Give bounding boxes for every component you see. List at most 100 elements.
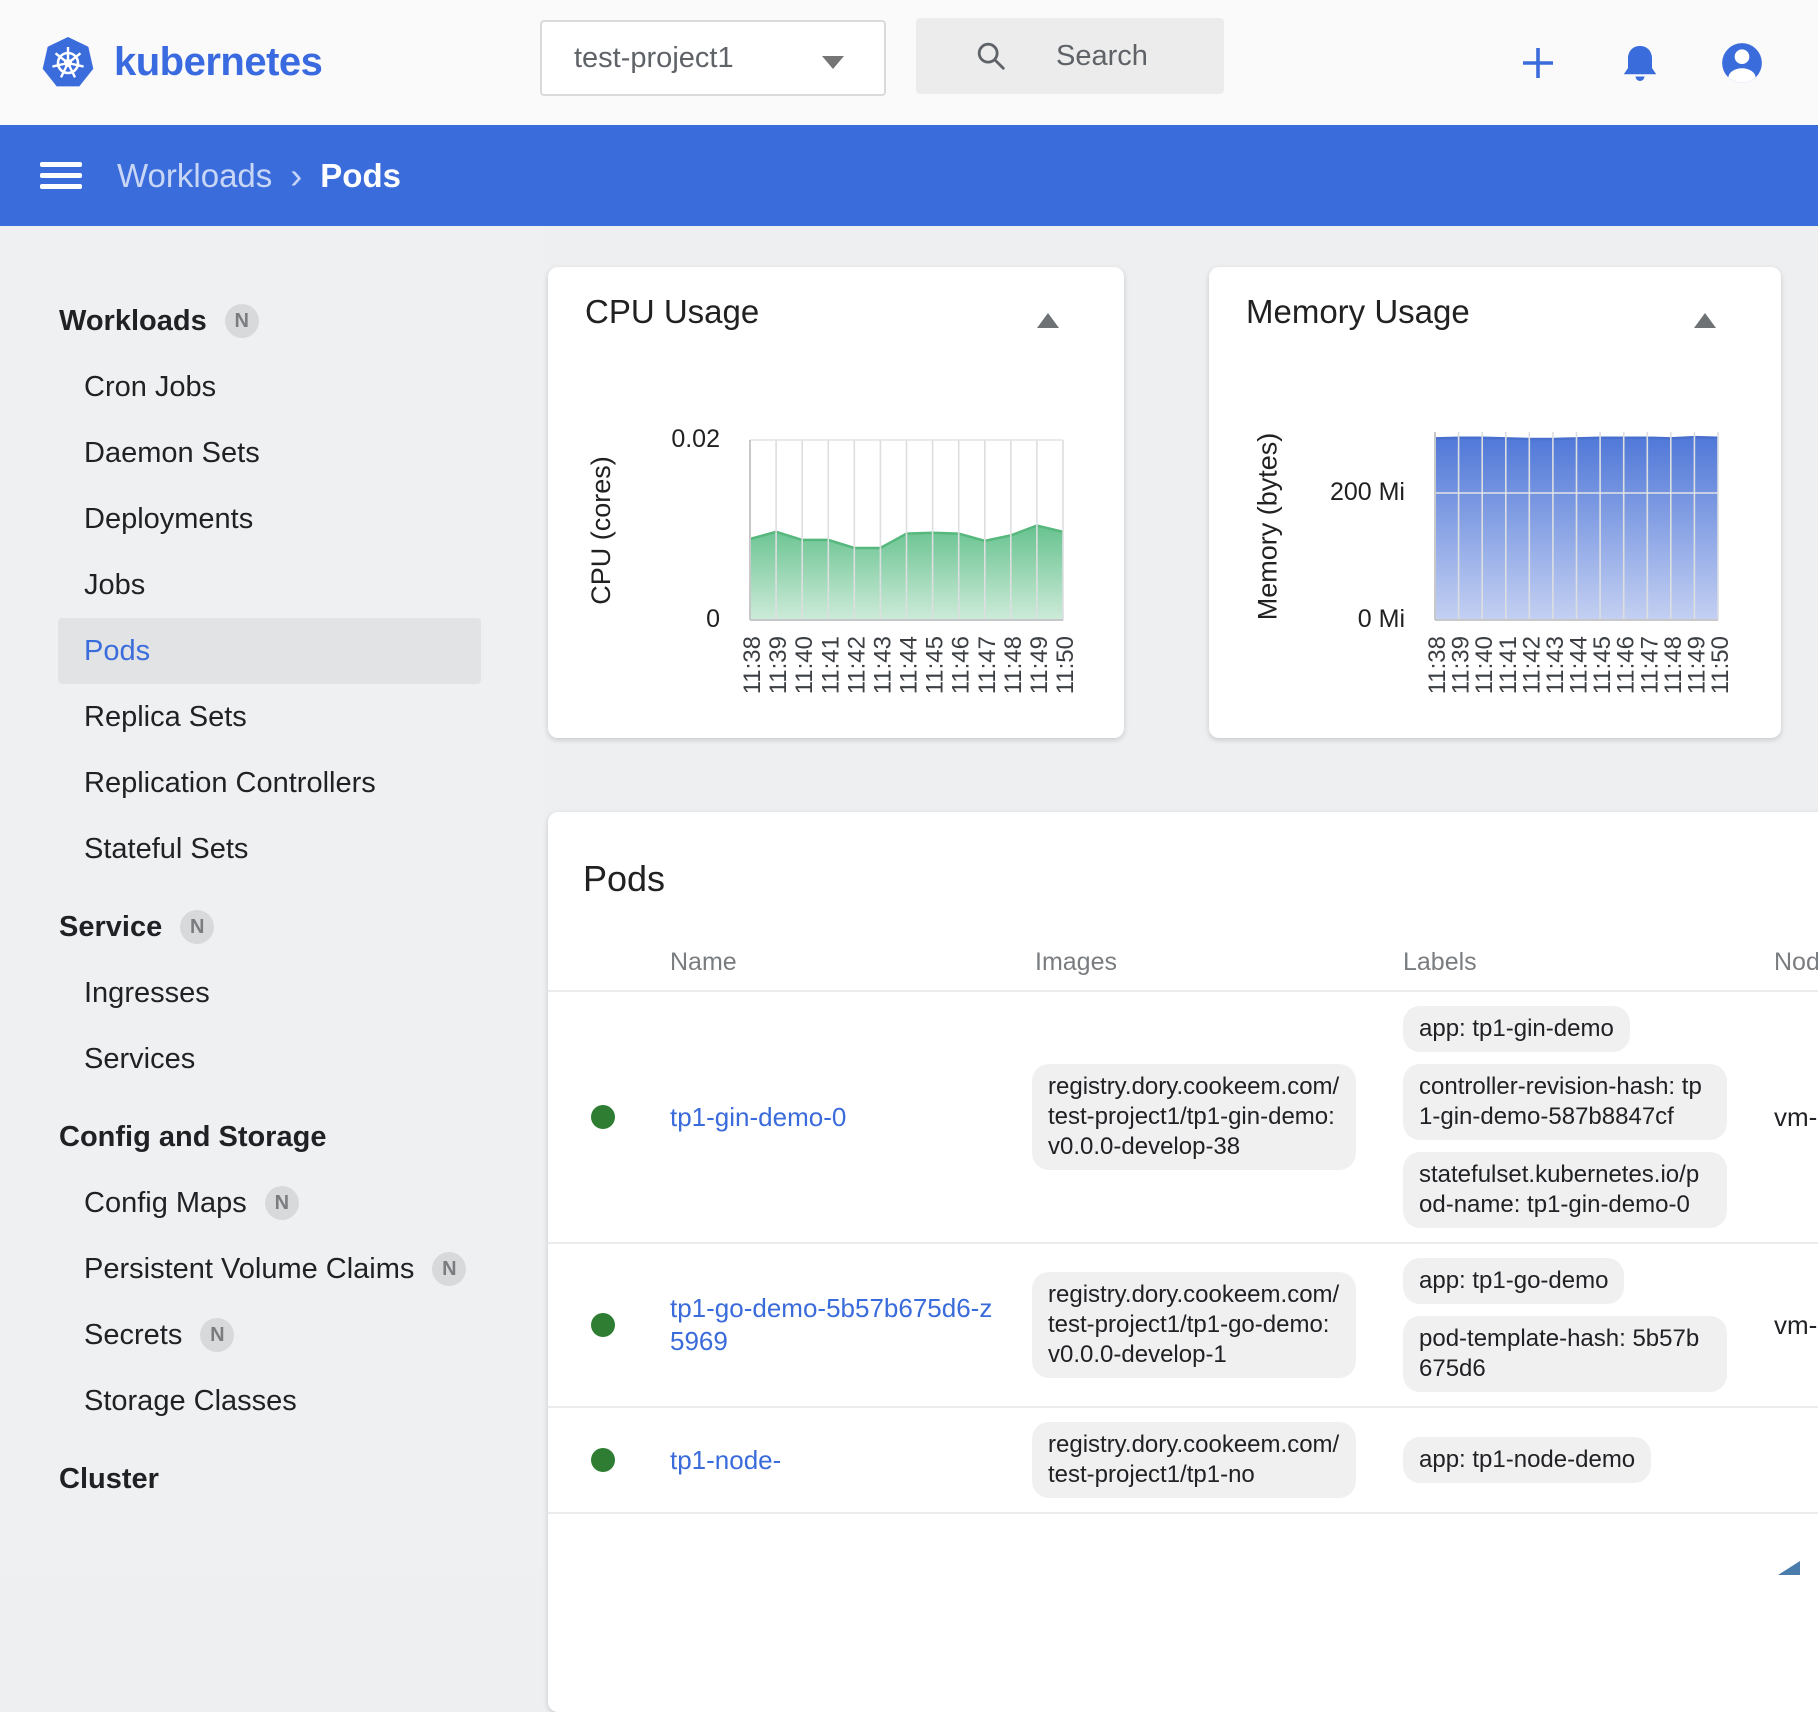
label-chip: pod-template-hash: 5b57b675d6 bbox=[1403, 1316, 1727, 1392]
sidebar-group-header-cluster[interactable]: Cluster bbox=[59, 1446, 545, 1512]
column-header-name: Name bbox=[670, 948, 1032, 977]
labels-cell: app: tp1-go-demo pod-template-hash: 5b57b… bbox=[1403, 1258, 1774, 1392]
menu-icon[interactable] bbox=[40, 156, 82, 195]
svg-text:11:38: 11:38 bbox=[739, 636, 766, 694]
sidebar-item-services[interactable]: Services bbox=[58, 1026, 481, 1092]
bell-icon bbox=[1618, 41, 1662, 85]
sidebar-item-label: Replication Controllers bbox=[84, 767, 376, 800]
column-header-labels: Labels bbox=[1403, 948, 1774, 977]
sidebar-group-header-service[interactable]: Service N bbox=[59, 894, 545, 960]
svg-text:11:50: 11:50 bbox=[1707, 636, 1734, 694]
sidebar-item-secrets[interactable]: Secrets N bbox=[58, 1302, 481, 1368]
image-chip: registry.dory.cookeem.com/test-project1/… bbox=[1032, 1064, 1356, 1170]
cpu-ytick-top: 0.02 bbox=[638, 425, 720, 454]
table-header-row: Name Images Labels Node bbox=[548, 934, 1818, 992]
brand[interactable]: kubernetes bbox=[40, 35, 322, 91]
namespaced-badge: N bbox=[180, 910, 214, 944]
sidebar-item-label: Persistent Volume Claims bbox=[84, 1253, 414, 1286]
collapse-arrow-icon[interactable] bbox=[1037, 313, 1059, 328]
sidebar-group-label: Cluster bbox=[59, 1463, 159, 1496]
status-cell bbox=[548, 1105, 670, 1129]
sidebar-item-stateful-sets[interactable]: Stateful Sets bbox=[58, 816, 481, 882]
search-input[interactable] bbox=[1054, 39, 1224, 74]
sidebar-nav: WorkloadsNCron JobsDaemon SetsDeployment… bbox=[0, 226, 545, 1574]
charts-row: CPU Usage CPU (cores) 0.02 0 11:3811:391… bbox=[548, 267, 1818, 738]
svg-text:11:43: 11:43 bbox=[869, 636, 896, 694]
pod-name-link[interactable]: tp1-node- bbox=[670, 1444, 781, 1477]
svg-text:11:39: 11:39 bbox=[765, 636, 792, 694]
svg-text:11:47: 11:47 bbox=[974, 636, 1001, 694]
svg-text:11:41: 11:41 bbox=[817, 636, 844, 694]
breadcrumb: Workloads › Pods bbox=[117, 155, 401, 197]
kubernetes-logo-icon bbox=[40, 35, 96, 91]
images-cell: registry.dory.cookeem.com/test-project1/… bbox=[1032, 1064, 1403, 1170]
sidebar-item-config-maps[interactable]: Config MapsN bbox=[58, 1170, 481, 1236]
name-cell: tp1-gin-demo-0 bbox=[670, 1101, 1032, 1134]
svg-text:11:50: 11:50 bbox=[1052, 636, 1079, 694]
sidebar-item-label: Stateful Sets bbox=[84, 833, 248, 866]
sidebar-item-ingresses[interactable]: Ingresses bbox=[58, 960, 481, 1026]
name-cell: tp1-node- bbox=[670, 1444, 1032, 1477]
table-body: tp1-gin-demo-0 registry.dory.cookeem.com/… bbox=[548, 992, 1818, 1514]
sidebar-item-label: Deployments bbox=[84, 503, 253, 536]
label-chip: app: tp1-gin-demo bbox=[1403, 1006, 1630, 1052]
breadcrumb-current: Pods bbox=[320, 157, 401, 195]
svg-text:11:44: 11:44 bbox=[896, 636, 923, 694]
sidebar-item-label: Replica Sets bbox=[84, 701, 247, 734]
image-chip: registry.dory.cookeem.com/test-project1/… bbox=[1032, 1422, 1356, 1498]
namespaced-badge: N bbox=[200, 1318, 234, 1352]
namespaced-badge: N bbox=[432, 1252, 466, 1286]
sidebar-item-label: Pods bbox=[84, 635, 150, 668]
label-chip: app: tp1-node-demo bbox=[1403, 1437, 1651, 1483]
memory-area-chart: 11:3811:3911:4011:4111:4211:4311:4411:45… bbox=[1435, 432, 1718, 711]
sidebar-item-label: Cron Jobs bbox=[84, 371, 216, 404]
account-button[interactable] bbox=[1708, 29, 1776, 97]
memory-y-axis-label: Memory (bytes) bbox=[1223, 432, 1313, 620]
caret-down-icon bbox=[822, 56, 844, 69]
pod-status-icon bbox=[591, 1105, 615, 1129]
header-actions bbox=[1504, 0, 1810, 125]
pod-name-link[interactable]: tp1-gin-demo-0 bbox=[670, 1101, 846, 1134]
column-header-images: Images bbox=[1032, 948, 1403, 977]
sidebar-item-label: Secrets bbox=[84, 1319, 182, 1352]
sidebar-group-label: Config and Storage bbox=[59, 1121, 326, 1154]
search-box[interactable] bbox=[916, 18, 1224, 94]
memory-chart-title: Memory Usage bbox=[1246, 293, 1470, 331]
status-cell bbox=[548, 1448, 670, 1472]
sidebar-item-storage-classes[interactable]: Storage Classes bbox=[58, 1368, 481, 1434]
sidebar-group-label: Service bbox=[59, 911, 162, 944]
project-selector[interactable]: test-project1 bbox=[540, 20, 886, 96]
sidebar-item-label: Config Maps bbox=[84, 1187, 247, 1220]
pod-name-link[interactable]: tp1-go-demo-5b57b675d6-z5969 bbox=[670, 1292, 1000, 1358]
breadcrumb-workloads[interactable]: Workloads bbox=[117, 157, 272, 195]
svg-text:11:49: 11:49 bbox=[1026, 636, 1053, 694]
pod-status-icon bbox=[591, 1448, 615, 1472]
svg-text:11:48: 11:48 bbox=[1000, 636, 1027, 694]
svg-text:11:45: 11:45 bbox=[922, 636, 949, 694]
sidebar-group-header-config-and-storage[interactable]: Config and Storage bbox=[59, 1104, 545, 1170]
sidebar-group-header-workloads[interactable]: WorkloadsN bbox=[59, 288, 545, 354]
sidebar-item-label: Storage Classes bbox=[84, 1385, 297, 1418]
sidebar-item-daemon-sets[interactable]: Daemon Sets bbox=[58, 420, 481, 486]
search-icon bbox=[974, 38, 1008, 74]
name-cell: tp1-go-demo-5b57b675d6-z5969 bbox=[670, 1292, 1032, 1358]
sidebar-item-cron-jobs[interactable]: Cron Jobs bbox=[58, 354, 481, 420]
cpu-area-chart: 11:3811:3911:4011:4111:4211:4311:4411:45… bbox=[750, 440, 1063, 711]
sidebar-item-persistent-volume-claims[interactable]: Persistent Volume Claims N bbox=[58, 1236, 481, 1302]
memory-ytick-top: 200 Mi bbox=[1299, 478, 1405, 507]
sidebar-item-replication-controllers[interactable]: Replication Controllers bbox=[58, 750, 481, 816]
collapse-arrow-icon[interactable] bbox=[1694, 313, 1716, 328]
notifications-button[interactable] bbox=[1606, 29, 1674, 97]
sidebar-item-pods[interactable]: Pods bbox=[58, 618, 481, 684]
node-cell: vm- bbox=[1774, 1310, 1818, 1341]
sidebar-item-jobs[interactable]: Jobs bbox=[58, 552, 481, 618]
label-chip: app: tp1-go-demo bbox=[1403, 1258, 1624, 1304]
svg-text:11:46: 11:46 bbox=[948, 636, 975, 694]
label-chip: statefulset.kubernetes.io/pod-name: tp1-… bbox=[1403, 1152, 1727, 1228]
cpu-y-axis-label: CPU (cores) bbox=[556, 440, 646, 620]
sidebar-item-deployments[interactable]: Deployments bbox=[58, 486, 481, 552]
sidebar-item-replica-sets[interactable]: Replica Sets bbox=[58, 684, 481, 750]
sidebar-group-label: Workloads bbox=[59, 305, 207, 338]
cpu-usage-card: CPU Usage CPU (cores) 0.02 0 11:3811:391… bbox=[548, 267, 1124, 738]
add-button[interactable] bbox=[1504, 29, 1572, 97]
